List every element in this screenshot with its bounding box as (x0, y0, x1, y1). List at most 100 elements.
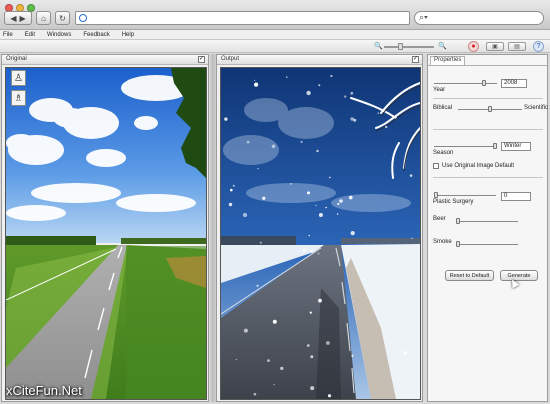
zoom-out-icon[interactable]: 🔍 (374, 42, 383, 50)
original-panel-header: Original ✓ (2, 55, 208, 65)
year-slider[interactable] (434, 83, 497, 84)
separator (433, 177, 543, 178)
title-bar: ◀ ▶ ⌂ ↻ ⌕▾ (0, 0, 550, 30)
year-label: Year (433, 87, 446, 93)
plastic-surgery-slider-thumb[interactable] (434, 192, 438, 198)
output-panel-checkbox[interactable]: ✓ (412, 56, 419, 63)
separator (433, 98, 543, 99)
snowflake (306, 90, 311, 96)
snowflake (290, 183, 292, 185)
snowflake (344, 95, 347, 98)
snowflake (307, 191, 310, 195)
walker-tool-button[interactable]: ♗ (11, 90, 26, 106)
walking-person-icon: ♗ (14, 92, 23, 104)
tab-properties[interactable]: Properties (430, 56, 466, 65)
season-slider-thumb[interactable] (493, 143, 497, 149)
home-icon: ⌂ (41, 13, 46, 23)
snowflake (254, 82, 259, 87)
menu-bar: File Edit Windows Feedback Help (0, 30, 550, 40)
beer-slider[interactable] (456, 221, 518, 222)
address-bar[interactable] (75, 11, 410, 25)
home-button[interactable]: ⌂ (36, 11, 51, 25)
season-slider[interactable] (434, 146, 497, 147)
menu-feedback[interactable]: Feedback (83, 32, 109, 38)
plastic-surgery-slider[interactable] (434, 195, 496, 196)
toolbar: 🔍 🔍 ● ▣ ▤ ? (0, 40, 550, 53)
biblical-scientific-slider-thumb[interactable] (488, 106, 492, 112)
snowflake (315, 204, 317, 206)
back-icon[interactable]: ◀ (10, 14, 16, 23)
snowflake (316, 149, 319, 153)
forward-icon[interactable]: ▶ (20, 14, 26, 23)
zoom-slider[interactable] (384, 46, 434, 48)
use-default-checkbox[interactable] (433, 163, 439, 169)
snowflake (235, 358, 238, 361)
snowflake (411, 237, 413, 239)
season-field[interactable]: Winter (501, 142, 531, 151)
generate-button[interactable]: Generate (500, 270, 538, 281)
snowflake (300, 140, 303, 144)
snowflake (339, 199, 343, 203)
layers-icon: ▤ (514, 44, 520, 50)
snowflake (351, 354, 354, 357)
snowflake (310, 386, 315, 391)
person-tool-button[interactable]: ♙ (11, 70, 26, 86)
original-panel-checkbox[interactable]: ✓ (198, 56, 205, 63)
search-icon: ⌕▾ (419, 12, 428, 22)
snowflake (350, 117, 354, 121)
use-default-label: Use Original Image Default (442, 163, 515, 169)
snowflake (326, 341, 330, 345)
snowflake (232, 184, 235, 187)
beer-slider-thumb[interactable] (456, 218, 460, 224)
snowflake (286, 76, 288, 78)
snowflake (330, 74, 333, 78)
search-field[interactable]: ⌕▾ (414, 11, 544, 25)
zoom-in-icon[interactable]: 🔍 (438, 42, 447, 50)
year-field[interactable]: 2008 (501, 79, 527, 88)
smoke-slider[interactable] (456, 244, 518, 245)
menu-file[interactable]: File (3, 32, 13, 38)
snowflake (256, 284, 259, 287)
reset-to-default-button[interactable]: Reset to Default (445, 270, 494, 281)
help-icon[interactable]: ? (533, 41, 544, 52)
globe-icon (79, 14, 87, 22)
smoke-slider-thumb[interactable] (456, 241, 460, 247)
snowflake (329, 176, 331, 179)
snowflake (273, 384, 275, 386)
snowflake (350, 91, 354, 95)
snowflake (302, 248, 307, 252)
original-image (5, 67, 207, 400)
menu-edit[interactable]: Edit (25, 32, 35, 38)
snowflake (267, 359, 270, 362)
plastic-surgery-field[interactable]: 0 (501, 192, 531, 201)
snowflake (398, 255, 400, 257)
snowflake (337, 202, 340, 206)
snowflake (242, 212, 248, 218)
refresh-button[interactable]: ↻ (55, 11, 70, 25)
snowflake (350, 231, 355, 236)
snowflake (224, 117, 228, 121)
toolbar-button-2[interactable]: ▤ (508, 42, 526, 51)
zoom-slider-thumb[interactable] (397, 43, 403, 50)
snowflake (318, 298, 322, 303)
snowflake (310, 355, 314, 359)
snowflake (228, 202, 233, 207)
snowflake (409, 174, 413, 177)
snowflake (307, 344, 310, 347)
toolbar-button-1[interactable]: ▣ (486, 42, 504, 51)
snowflake (243, 328, 248, 333)
refresh-icon: ↻ (59, 13, 66, 23)
year-slider-thumb[interactable] (482, 80, 487, 86)
separator (433, 129, 543, 130)
menu-help[interactable]: Help (122, 32, 134, 38)
snowflake (253, 79, 256, 82)
snowflake (309, 311, 312, 314)
snowflake (325, 206, 327, 209)
snowflake (271, 144, 276, 149)
stop-icon[interactable]: ● (468, 41, 479, 52)
original-panel: Original ✓ ♙ ♗ (1, 54, 209, 402)
menu-windows[interactable]: Windows (47, 32, 71, 38)
back-forward-button[interactable]: ◀ ▶ (4, 11, 32, 25)
snowflake (317, 252, 320, 255)
snowflake (308, 234, 310, 237)
